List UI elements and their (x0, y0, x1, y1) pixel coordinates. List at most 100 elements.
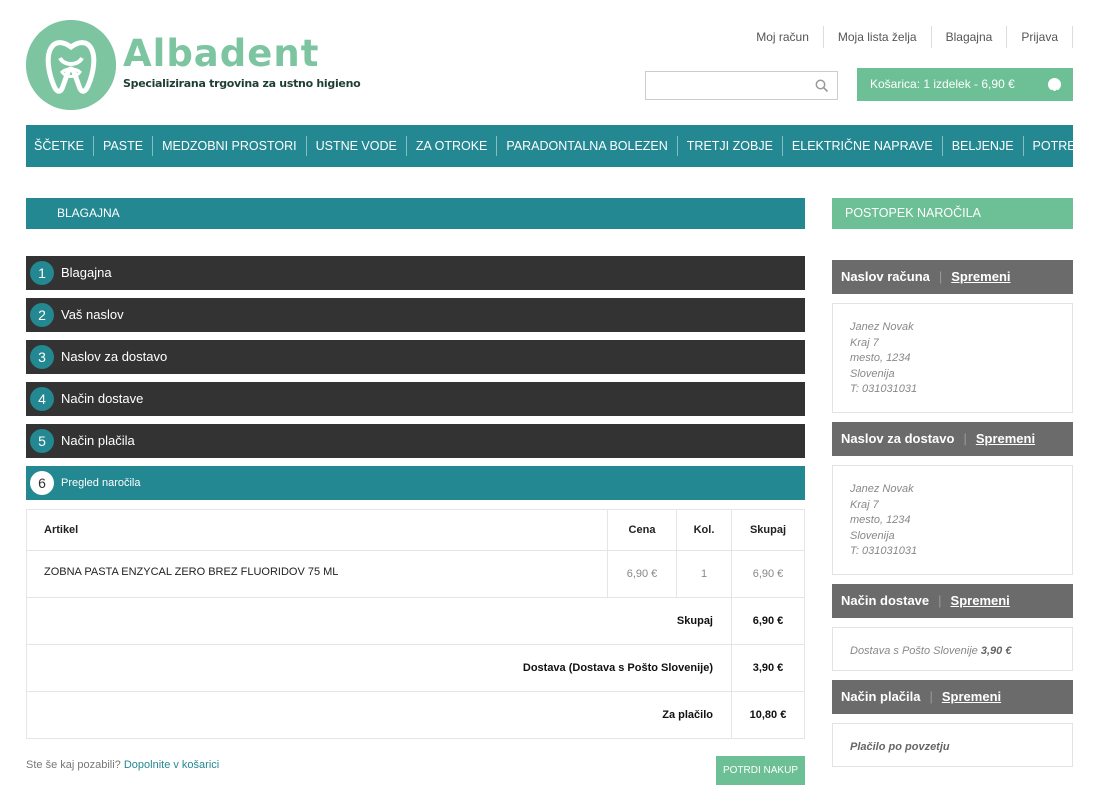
product-qty: 1 (676, 550, 732, 598)
table-header-row: Artikel Cena Kol. Skupaj (26, 509, 805, 551)
step-label: Blagajna (61, 265, 112, 280)
brand-tagline: Specializirana trgovina za ustno higieno (123, 77, 361, 90)
delivery-price: 3,90 € (980, 645, 1012, 657)
step-delivery-method[interactable]: 4 Način dostave (26, 382, 805, 416)
step-number: 4 (30, 387, 54, 411)
product-name[interactable]: ZOBNA PASTA ENZYCAL ZERO BREZ FLUORIDOV … (26, 550, 608, 598)
step-number: 5 (30, 429, 54, 453)
step-number: 1 (30, 261, 54, 285)
step-label: Način dostave (61, 391, 144, 406)
page-title: BLAGAJNA (26, 198, 805, 229)
nav-item-potrebujem-tudi[interactable]: POTREBUJEM TUDI (1024, 136, 1097, 156)
address-line: Slovenija (850, 529, 895, 542)
step-number: 3 (30, 345, 54, 369)
link-login[interactable]: Prijava (1007, 26, 1073, 48)
step-shipping-address[interactable]: 3 Naslov za dostavo (26, 340, 805, 374)
address-line: mesto, 1234 (850, 352, 911, 364)
confirm-order-button[interactable]: POTRDI NAKUP (716, 756, 805, 785)
brand-name: Albadent (123, 32, 320, 75)
shipping-address-header: Naslov za dostavo | Spremeni (832, 422, 1073, 456)
address-phone: T: 031031031 (850, 383, 918, 395)
step-payment-method[interactable]: 5 Način plačila (26, 424, 805, 458)
step-label: Način plačila (61, 433, 135, 448)
divider: | (938, 593, 942, 608)
grand-total-label: Za plačilo (26, 691, 732, 739)
step-order-review[interactable]: 6 Pregled naročila (26, 466, 805, 500)
step-number: 6 (30, 471, 54, 495)
forgot-note: Ste še kaj pozabili? Dopolnite v košaric… (26, 759, 219, 771)
billing-address-header: Naslov računa | Spremeni (832, 260, 1073, 294)
cart-button[interactable]: Košarica: 1 izdelek - 6,90 € (857, 68, 1073, 101)
nav-item-za-otroke[interactable]: ZA OTROKE (407, 136, 498, 156)
nav-item-paste[interactable]: PASTE (94, 136, 154, 156)
search-icon[interactable] (815, 79, 829, 93)
nav-item-ustne-vode[interactable]: USTNE VODE (307, 136, 407, 156)
column-header: Kol. (676, 509, 732, 551)
shipping-value: 3,90 € (731, 644, 805, 692)
main-nav: ŠČETKE PASTE MEDZOBNI PROSTORI USTNE VOD… (26, 125, 1097, 167)
column-header: Artikel (26, 509, 608, 551)
grand-total-row: Za plačilo 10,80 € (26, 691, 805, 739)
change-shipping-link[interactable]: Spremeni (976, 431, 1035, 446)
subtotal-label: Skupaj (26, 597, 732, 645)
delivery-method-header: Način dostave | Spremeni (832, 584, 1073, 618)
column-header: Cena (607, 509, 677, 551)
shipping-address-box: Janez Novak Kraj 7 mesto, 1234 Slovenija… (832, 465, 1073, 575)
divider: | (963, 431, 967, 446)
tooth-logo-icon (26, 20, 116, 110)
edit-cart-link[interactable]: Dopolnite v košarici (124, 759, 219, 771)
link-wishlist[interactable]: Moja lista želja (824, 26, 932, 48)
divider: | (929, 689, 933, 704)
subtotal-row: Skupaj 6,90 € (26, 597, 805, 645)
step-label: Vaš naslov (61, 307, 124, 322)
cart-label: Košarica: 1 izdelek - 6,90 € (870, 77, 1015, 91)
product-total: 6,90 € (731, 550, 805, 598)
search-input[interactable] (646, 72, 806, 99)
column-header: Skupaj (731, 509, 805, 551)
step-billing[interactable]: 1 Blagajna (26, 256, 805, 290)
nav-item-tretji-zobje[interactable]: TRETJI ZOBJE (678, 136, 783, 156)
nav-item-paradontalna-bolezen[interactable]: PARADONTALNA BOLEZEN (497, 136, 678, 156)
step-address[interactable]: 2 Vaš naslov (26, 298, 805, 332)
payment-text: Plačilo po povzetju (850, 741, 950, 753)
logo[interactable]: Albadent Specializirana trgovina za ustn… (26, 20, 361, 112)
nav-item-elektricne-naprave[interactable]: ELEKTRIČNE NAPRAVE (783, 136, 943, 156)
address-line: Janez Novak (850, 321, 914, 333)
nav-item-medzobni-prostori[interactable]: MEDZOBNI PROSTORI (153, 136, 307, 156)
top-links: Moj račun Moja lista želja Blagajna Prij… (742, 26, 1073, 48)
product-price: 6,90 € (607, 550, 677, 598)
step-number: 2 (30, 303, 54, 327)
change-delivery-link[interactable]: Spremeni (951, 593, 1010, 608)
payment-heading: Način plačila (841, 689, 921, 704)
step-label: Pregled naročila (61, 477, 141, 489)
grand-total-value: 10,80 € (731, 691, 805, 739)
address-phone: T: 031031031 (850, 545, 918, 557)
delivery-heading: Način dostave (841, 593, 930, 608)
chevron-down-icon (1048, 78, 1061, 95)
address-line: Slovenija (850, 367, 895, 380)
billing-heading: Naslov računa (841, 269, 930, 284)
sidebar-title: POSTOPEK NAROČILA (832, 198, 1073, 229)
nav-item-beljenje[interactable]: BELJENJE (943, 136, 1024, 156)
step-label: Naslov za dostavo (61, 349, 168, 364)
shipping-label: Dostava (Dostava s Pošto Slovenije) (26, 644, 732, 692)
subtotal-value: 6,90 € (731, 597, 805, 645)
nav-item-scetke[interactable]: ŠČETKE (26, 136, 95, 156)
address-line: Kraj 7 (850, 336, 879, 349)
delivery-method-box: Dostava s Pošto Slovenije 3,90 € (832, 627, 1073, 671)
divider: | (938, 269, 943, 284)
payment-method-header: Način plačila | Spremeni (832, 680, 1073, 714)
address-line: Kraj 7 (850, 498, 879, 511)
order-review-table: Artikel Cena Kol. Skupaj ZOBNA PASTA ENZ… (26, 509, 805, 739)
shipping-row: Dostava (Dostava s Pošto Slovenije) 3,90… (26, 644, 805, 692)
delivery-text: Dostava s Pošto Slovenije (850, 645, 978, 657)
link-my-account[interactable]: Moj račun (742, 26, 824, 48)
address-line: mesto, 1234 (850, 514, 911, 526)
payment-method-box: Plačilo po povzetju (832, 723, 1073, 767)
link-checkout[interactable]: Blagajna (932, 26, 1008, 48)
change-payment-link[interactable]: Spremeni (942, 689, 1001, 704)
billing-address-box: Janez Novak Kraj 7 mesto, 1234 Slovenija… (832, 303, 1073, 413)
change-billing-link[interactable]: Spremeni (951, 269, 1010, 284)
search-box (645, 71, 838, 100)
address-line: Janez Novak (850, 483, 914, 495)
